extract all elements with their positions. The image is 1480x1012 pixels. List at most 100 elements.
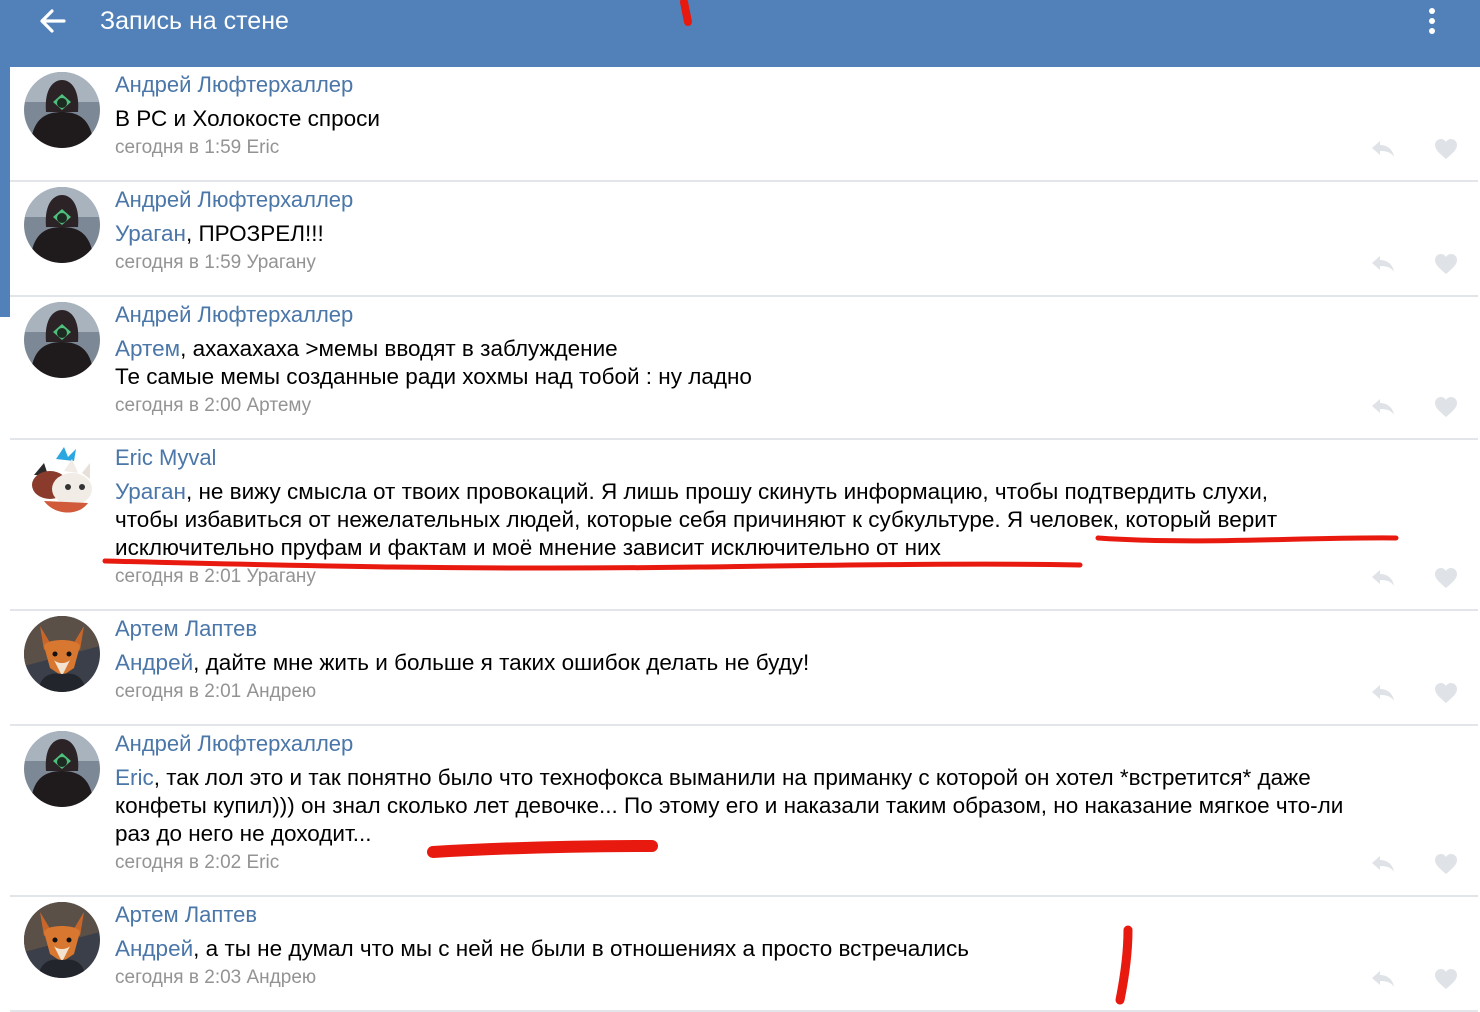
like-button[interactable] <box>1434 968 1458 990</box>
more-vertical-icon <box>1429 8 1435 34</box>
reply-icon <box>1372 856 1394 872</box>
hooded-figure-avatar <box>24 72 100 148</box>
comment-item: Андрей Люфтерхаллер Артем, ахахахаха >ме… <box>10 297 1478 440</box>
reply-button[interactable] <box>1370 969 1396 989</box>
reply-icon <box>1372 685 1394 701</box>
mention-link[interactable]: Андрей <box>115 936 193 961</box>
reply-button[interactable] <box>1370 854 1396 874</box>
reply-button[interactable] <box>1370 568 1396 588</box>
avatar[interactable] <box>24 187 100 263</box>
like-button[interactable] <box>1434 853 1458 875</box>
avatar[interactable] <box>24 445 100 521</box>
hooded-figure-avatar <box>24 731 100 807</box>
reply-icon <box>1372 256 1394 272</box>
avatar[interactable] <box>24 302 100 378</box>
like-button[interactable] <box>1434 138 1458 160</box>
comment-author[interactable]: Артем Лаптев <box>115 615 257 643</box>
page-title: Запись на стене <box>100 7 289 35</box>
comment-line: Андрей, а ты не думал что мы с ней не бы… <box>115 935 1470 963</box>
comment-author[interactable]: Андрей Люфтерхаллер <box>115 186 353 214</box>
mention-link[interactable]: Ураган <box>115 479 186 504</box>
avatar[interactable] <box>24 902 100 978</box>
comment-author[interactable]: Андрей Люфтерхаллер <box>115 730 353 758</box>
comment-line: Eric, так лол это и так понятно было что… <box>115 764 1470 792</box>
comment-item: Андрей Люфтерхаллер Ураган, ПРОЗРЕЛ!!! с… <box>10 182 1478 297</box>
comment-meta: сегодня в 2:03 Андрею <box>115 967 317 988</box>
fox-portrait-avatar <box>24 616 100 692</box>
mention-link[interactable]: Андрей <box>115 650 193 675</box>
comment-text: Ураган, не вижу смысла от твоих провокац… <box>115 478 1470 562</box>
comment-item: Андрей Люфтерхаллер Eric, так лол это и … <box>10 726 1478 897</box>
heart-icon <box>1435 683 1457 703</box>
comment-line: чтобы избавиться от нежелательных людей,… <box>115 507 1278 532</box>
comment-line: конфеты купил))) он знал сколько лет дев… <box>115 793 1344 818</box>
comment-author[interactable]: Артем Лаптев <box>115 901 257 929</box>
reply-icon <box>1372 141 1394 157</box>
comment-line-text: , а ты не думал что мы с ней не были в о… <box>193 936 969 961</box>
heart-icon <box>1435 568 1457 588</box>
comment-meta: сегодня в 2:02 Eric <box>115 852 280 873</box>
comment-author[interactable]: Андрей Люфтерхаллер <box>115 71 353 99</box>
comment-meta: сегодня в 2:01 Андрею <box>115 681 317 702</box>
comment-line: исключительно пруфам и фактам и моё мнен… <box>115 535 941 560</box>
comment-item: Артем Лаптев Андрей, а ты не думал что м… <box>10 897 1478 1012</box>
more-menu-button[interactable] <box>1420 4 1444 38</box>
comment-meta: сегодня в 1:59 Урагану <box>115 252 316 273</box>
comment-line-text: , ПРОЗРЕЛ!!! <box>185 221 324 246</box>
back-button[interactable] <box>36 4 70 38</box>
fox-portrait-avatar <box>24 902 100 978</box>
comment-author[interactable]: Eric Myval <box>115 444 216 472</box>
like-button[interactable] <box>1434 682 1458 704</box>
heart-icon <box>1435 854 1457 874</box>
left-edge <box>0 317 10 1011</box>
avatar[interactable] <box>24 616 100 692</box>
scroll-indicator <box>0 67 10 317</box>
reply-button[interactable] <box>1370 254 1396 274</box>
comment-line: Артем, ахахахаха >мемы вводят в заблужде… <box>115 335 1470 363</box>
comment-meta: сегодня в 2:01 Урагану <box>115 566 316 587</box>
comment-line: Те самые мемы созданные ради хохмы над т… <box>115 364 752 389</box>
comment-list: Андрей Люфтерхаллер В РС и Холокосте спр… <box>10 67 1478 1012</box>
reply-button[interactable] <box>1370 683 1396 703</box>
heart-icon <box>1435 254 1457 274</box>
comment-item: Андрей Люфтерхаллер В РС и Холокосте спр… <box>10 67 1478 182</box>
comment-line: раз до него не доходит... <box>115 821 372 846</box>
comment-item: Артем Лаптев Андрей, дайте мне жить и бо… <box>10 611 1478 726</box>
comment-text: Андрей, а ты не думал что мы с ней не бы… <box>115 935 1470 963</box>
comment-text: В РС и Холокосте спроси <box>115 105 1470 133</box>
like-button[interactable] <box>1434 396 1458 418</box>
comment-line: Ураган, не вижу смысла от твоих провокац… <box>115 478 1470 506</box>
avatar[interactable] <box>24 72 100 148</box>
comment-line: В РС и Холокосте спроси <box>115 106 380 131</box>
like-button[interactable] <box>1434 253 1458 275</box>
comment-author[interactable]: Андрей Люфтерхаллер <box>115 301 353 329</box>
comment-text: Андрей, дайте мне жить и больше я таких … <box>115 649 1470 677</box>
hooded-figure-avatar <box>24 302 100 378</box>
reply-icon <box>1372 570 1394 586</box>
comment-line-text: , дайте мне жить и больше я таких ошибок… <box>193 650 810 675</box>
heart-icon <box>1435 397 1457 417</box>
comment-line: Ураган, ПРОЗРЕЛ!!! <box>115 220 1470 248</box>
reply-icon <box>1372 971 1394 987</box>
mention-link[interactable]: Артем <box>115 336 180 361</box>
heart-icon <box>1435 139 1457 159</box>
comment-line-text: , не вижу смысла от твоих провокаций. Я … <box>185 479 1269 504</box>
reply-button[interactable] <box>1370 139 1396 159</box>
comment-text: Eric, так лол это и так понятно было что… <box>115 764 1470 848</box>
mention-link[interactable]: Ураган <box>115 221 186 246</box>
comment-text: Артем, ахахахаха >мемы вводят в заблужде… <box>115 335 1470 391</box>
comment-meta: сегодня в 1:59 Eric <box>115 137 280 158</box>
like-button[interactable] <box>1434 567 1458 589</box>
heart-icon <box>1435 969 1457 989</box>
comment-text: Ураган, ПРОЗРЕЛ!!! <box>115 220 1470 248</box>
avatar[interactable] <box>24 731 100 807</box>
mention-link[interactable]: Eric <box>115 765 154 790</box>
comment-line-text: , ахахахаха >мемы вводят в заблуждение <box>180 336 618 361</box>
reply-button[interactable] <box>1370 397 1396 417</box>
cartoon-fox-avatar <box>24 445 100 521</box>
reply-icon <box>1372 399 1394 415</box>
comment-item: Eric Myval Ураган, не вижу смысла от тво… <box>10 440 1478 611</box>
top-bar: Запись на стене <box>0 0 1480 67</box>
comment-meta: сегодня в 2:00 Артему <box>115 395 312 416</box>
comment-line: Андрей, дайте мне жить и больше я таких … <box>115 649 1470 677</box>
